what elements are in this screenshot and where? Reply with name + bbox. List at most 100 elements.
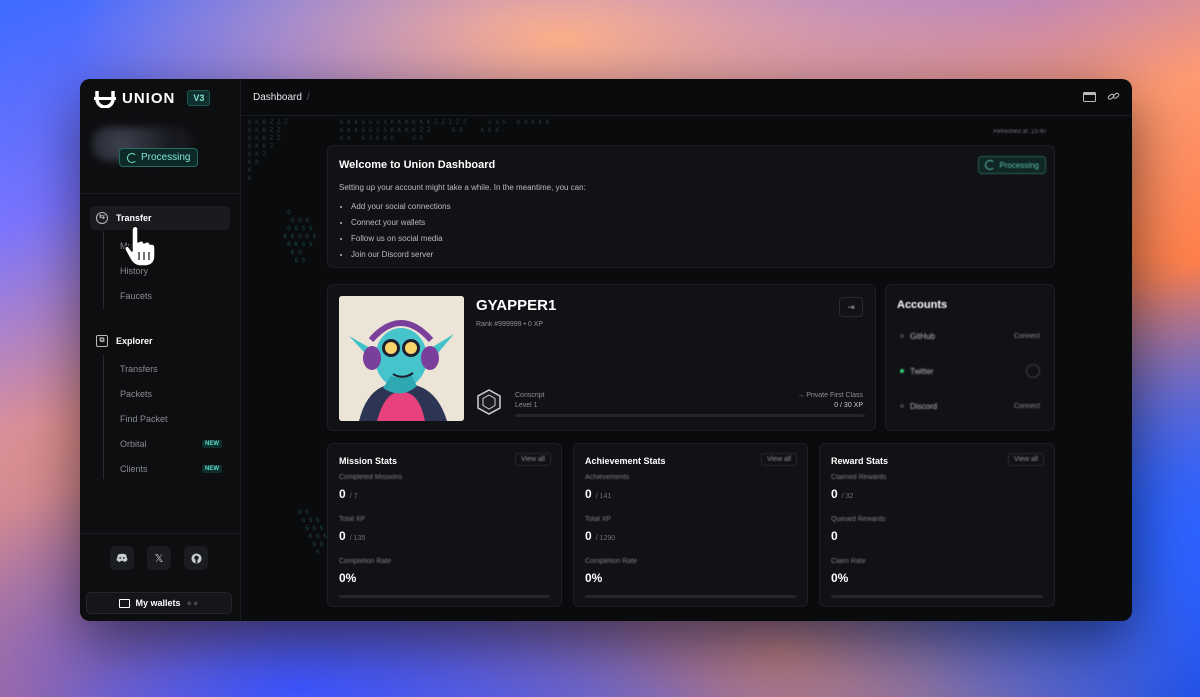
stat-label: Completion Rate xyxy=(585,558,638,565)
queued-rewards-value: 0 xyxy=(831,529,838,543)
welcome-card: Welcome to Union Dashboard Setting up yo… xyxy=(327,145,1055,268)
welcome-title: Welcome to Union Dashboard xyxy=(339,159,496,171)
list-item: Add your social connections xyxy=(351,199,451,215)
hand-cursor-icon xyxy=(124,225,156,267)
status-dot xyxy=(900,404,904,408)
sidebar-item-clients[interactable]: Clients NEW xyxy=(120,464,222,474)
divider xyxy=(80,533,240,534)
stat-label: Total XP xyxy=(339,516,366,523)
status-dot xyxy=(900,369,904,373)
stat-label: Total XP xyxy=(585,516,612,523)
sidebar-item-history[interactable]: History xyxy=(120,266,148,276)
x-icon[interactable]: 𝕏 xyxy=(147,546,171,570)
stat-label: Queued Rewards xyxy=(831,516,886,523)
brand[interactable]: UNION V3 xyxy=(94,88,211,108)
logout-button[interactable]: ⇥ xyxy=(839,297,863,317)
version-badge: V3 xyxy=(187,90,211,106)
achievement-xp-value: 0/ 1290 xyxy=(585,529,616,543)
list-item: Connect your wallets xyxy=(351,215,451,231)
matrix-background: K K K G G S S K K K K K K Z Z Z Z Z G S … xyxy=(340,119,550,142)
level-name: Conscript xyxy=(515,392,545,399)
wallet-icon xyxy=(118,598,130,608)
rank-text: Rank #999999 • 0 XP xyxy=(476,321,544,328)
level-badge-icon xyxy=(477,389,501,415)
matrix-background: G S G S S G G S K G S G G S xyxy=(298,509,327,556)
nav-transfer-label: Transfer xyxy=(116,213,152,223)
transfer-icon: ⇆ xyxy=(96,212,108,224)
profile-card: GYAPPER1 Rank #999999 • 0 XP ⇥ Conscript… xyxy=(327,284,876,431)
mission-xp-value: 0/ 135 xyxy=(339,529,366,543)
processing-status: Processing xyxy=(978,156,1046,174)
accounts-card: Accounts GitHub Connect Twitter Discord … xyxy=(885,284,1055,431)
topbar: Dashboard / xyxy=(240,79,1132,116)
sidebar-item-transfers[interactable]: Transfers xyxy=(120,364,158,374)
view-all-rewards-button[interactable]: View all xyxy=(1008,453,1044,466)
profile-picture[interactable] xyxy=(339,296,464,421)
progress-bar xyxy=(585,595,796,598)
sidebar-item-faucets[interactable]: Faucets xyxy=(120,291,152,301)
sidebar: UNION V3 Processing ⇆ Transfer Multisig … xyxy=(80,79,241,621)
mission-completion-rate: 0% xyxy=(339,571,357,585)
union-logo-icon xyxy=(94,91,116,108)
completed-missions-value: 0/ 7 xyxy=(339,487,358,501)
sidebar-item-orbital[interactable]: Orbital NEW xyxy=(120,439,222,449)
app-window: UNION V3 Processing ⇆ Transfer Multisig … xyxy=(80,79,1132,621)
reward-stats-title: Reward Stats xyxy=(831,456,889,466)
connect-discord-button[interactable]: Connect xyxy=(1014,403,1040,410)
achievement-stats-card: Achievement Stats View all Achievements … xyxy=(573,443,808,607)
new-badge: NEW xyxy=(202,465,222,473)
explorer-icon: ⧉ xyxy=(96,335,108,347)
progress-bar xyxy=(831,595,1043,598)
claim-rate-value: 0% xyxy=(831,571,849,585)
achievements-value: 0/ 141 xyxy=(585,487,612,501)
welcome-subtitle: Setting up your account might take a whi… xyxy=(339,183,586,192)
stat-label: Achievements xyxy=(585,474,629,481)
mission-stats-card: Mission Stats View all Completed Mission… xyxy=(327,443,562,607)
stat-label: Claimed Rewards xyxy=(831,474,887,481)
stat-label: Completed Missions xyxy=(339,474,403,481)
status-badge-label: Processing xyxy=(141,152,191,163)
stat-label: Completion Rate xyxy=(339,558,392,565)
username: GYAPPER1 xyxy=(476,297,557,314)
account-row-discord: Discord Connect xyxy=(900,399,1040,413)
nav-transfer[interactable]: ⇆ Transfer xyxy=(90,206,230,230)
connect-github-button[interactable]: Connect xyxy=(1014,333,1040,340)
twitter-avatar-icon[interactable] xyxy=(1026,364,1040,378)
divider xyxy=(80,193,240,194)
logout-icon: ⇥ xyxy=(847,301,855,312)
nav-explorer[interactable]: ⧉ Explorer xyxy=(90,329,230,353)
status-badge: Processing xyxy=(119,148,199,167)
sidebar-item-find-packet[interactable]: Find Packet xyxy=(120,414,168,424)
welcome-list: Add your social connections Connect your… xyxy=(341,199,451,263)
wallet-icon[interactable] xyxy=(1083,91,1096,102)
breadcrumb: Dashboard / xyxy=(253,92,310,103)
nav-tree-line xyxy=(103,355,104,479)
view-all-missions-button[interactable]: View all xyxy=(515,453,551,466)
mission-stats-title: Mission Stats xyxy=(339,456,398,466)
claimed-rewards-value: 0/ 32 xyxy=(831,487,854,501)
my-wallets-button[interactable]: My wallets ●● xyxy=(86,592,232,614)
reward-stats-card: Reward Stats View all Claimed Rewards 0/… xyxy=(819,443,1055,607)
accounts-title: Accounts xyxy=(897,299,948,311)
breadcrumb-dashboard[interactable]: Dashboard xyxy=(253,92,302,103)
link-icon[interactable] xyxy=(1107,91,1120,102)
list-item: Follow us on social media xyxy=(351,231,451,247)
spinner-icon xyxy=(127,152,137,163)
stat-label: Claim Rate xyxy=(831,558,866,565)
goblin-avatar-image xyxy=(339,296,464,421)
refreshed-timestamp: Refreshed at: 23:40 xyxy=(993,129,1046,135)
matrix-background: G G G S G G S S K K G G S K K G S K G G … xyxy=(283,209,317,264)
status-dot xyxy=(900,334,904,338)
sidebar-item-packets[interactable]: Packets xyxy=(120,389,152,399)
achievement-completion-rate: 0% xyxy=(585,571,603,585)
account-row-github: GitHub Connect xyxy=(900,329,1040,343)
discord-icon[interactable] xyxy=(110,546,134,570)
nav-explorer-label: Explorer xyxy=(116,336,153,346)
view-all-achievements-button[interactable]: View all xyxy=(761,453,797,466)
xp-progress-bar xyxy=(515,414,865,417)
brand-name: UNION xyxy=(122,89,176,107)
github-icon[interactable] xyxy=(184,546,208,570)
spinner-icon xyxy=(985,160,996,170)
list-item: Join our Discord server xyxy=(351,247,451,263)
next-level: → Private First Class xyxy=(797,392,863,399)
